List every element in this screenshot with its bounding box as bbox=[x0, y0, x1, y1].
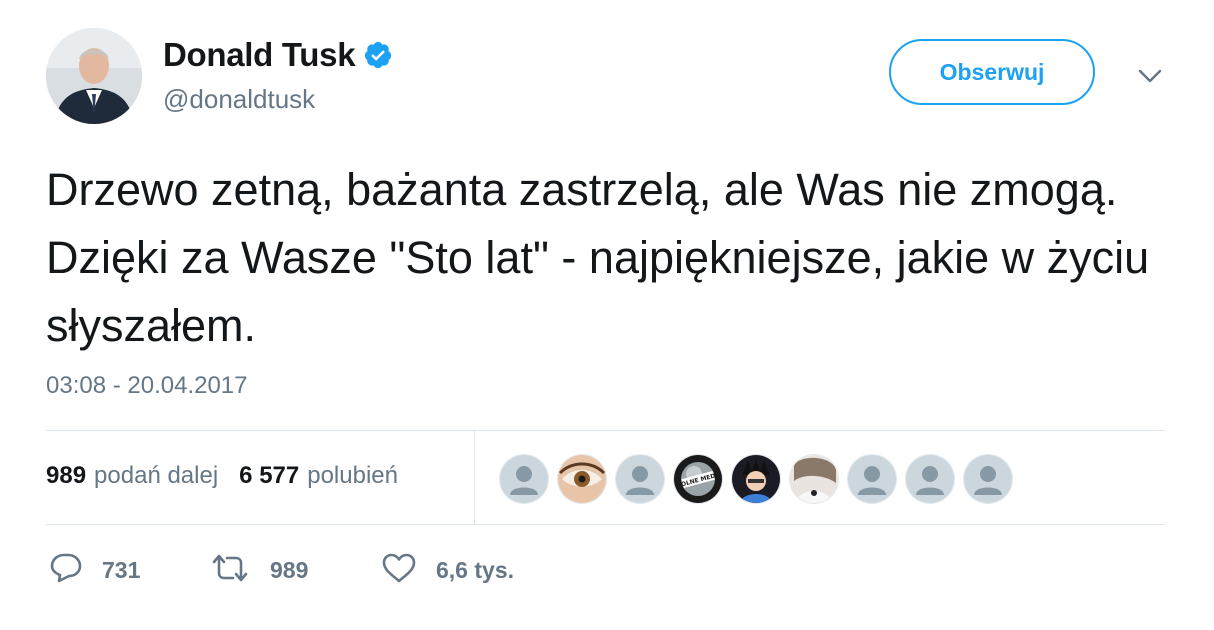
divider-bottom bbox=[46, 524, 1166, 525]
likers-avatars: WOLNE MEDIA bbox=[499, 454, 1021, 504]
liker-avatar-wolne-media-logo[interactable]: WOLNE MEDIA bbox=[673, 454, 723, 504]
profile-handle[interactable]: @donaldtusk bbox=[163, 84, 315, 115]
reply-button[interactable]: 731 bbox=[50, 553, 210, 588]
retweets-stat-count: 989 bbox=[46, 462, 87, 489]
liker-avatar-default[interactable] bbox=[499, 454, 549, 504]
liker-avatar-default[interactable] bbox=[905, 454, 955, 504]
retweet-count: 989 bbox=[270, 557, 309, 583]
like-count: 6,6 tys. bbox=[436, 557, 514, 583]
tweet-actions: 731 989 6,6 tys. bbox=[50, 553, 514, 588]
likes-stat-count: 6 577 bbox=[239, 462, 300, 489]
liker-avatar-photo[interactable] bbox=[789, 454, 839, 504]
retweets-stat[interactable]: 989 podań dalej bbox=[46, 462, 218, 490]
tweet-text: Drzewo zetną, bażanta zastrzelą, ale Was… bbox=[46, 164, 1162, 351]
divider-vertical bbox=[474, 431, 475, 524]
chevron-down-icon[interactable] bbox=[1138, 64, 1162, 88]
profile-name[interactable]: Donald Tusk bbox=[163, 36, 356, 74]
likes-stat[interactable]: 6 577 polubień bbox=[239, 462, 398, 490]
liker-avatar-default[interactable] bbox=[615, 454, 665, 504]
liker-avatar-default[interactable] bbox=[963, 454, 1013, 504]
retweet-icon bbox=[210, 553, 250, 588]
liker-avatar-eye[interactable] bbox=[557, 454, 607, 504]
reply-icon bbox=[50, 553, 82, 588]
liker-avatar-default[interactable] bbox=[847, 454, 897, 504]
heart-icon bbox=[382, 553, 416, 588]
verified-badge-icon bbox=[363, 40, 393, 70]
tweet-stats: 989 podań dalej 6 577 polubień bbox=[46, 462, 398, 490]
retweet-button[interactable]: 989 bbox=[210, 553, 382, 588]
tweet-timestamp[interactable]: 03:08 - 20.04.2017 bbox=[46, 372, 248, 400]
likes-stat-label: polubień bbox=[307, 462, 398, 489]
profile-avatar[interactable] bbox=[46, 28, 142, 124]
retweets-stat-label: podań dalej bbox=[94, 462, 219, 489]
divider-top bbox=[46, 430, 1166, 431]
like-button[interactable]: 6,6 tys. bbox=[382, 553, 514, 588]
liker-avatar-cartoon[interactable] bbox=[731, 454, 781, 504]
follow-button[interactable]: Obserwuj bbox=[889, 39, 1095, 105]
profile-name-row[interactable]: Donald Tusk bbox=[163, 36, 393, 74]
reply-count: 731 bbox=[102, 557, 141, 583]
